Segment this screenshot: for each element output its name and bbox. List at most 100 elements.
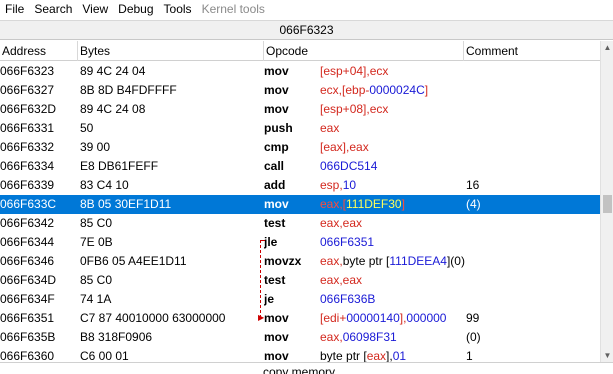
row-address: 066F6323 [0, 64, 55, 78]
operand-part: eax,[ [320, 197, 347, 211]
row-bytes: 39 00 [80, 140, 111, 154]
header-address[interactable]: Address [0, 41, 78, 61]
disassembly-row[interactable]: 066F6331 50 push eax [0, 119, 600, 138]
disassembly-row[interactable]: 066F6342 85 C0 test eax,eax [0, 214, 600, 233]
row-comment [466, 81, 598, 100]
row-comment [466, 233, 598, 252]
scrollbar-thumb[interactable] [603, 195, 612, 213]
current-address: 066F6323 [279, 23, 334, 37]
operand-part: 0000024C [369, 83, 425, 97]
disassembly-row[interactable]: 066F634D 85 C0 test eax,eax [0, 271, 600, 290]
row-operands: 066DC514 [320, 157, 466, 176]
row-address: 066F633C [0, 197, 57, 211]
scroll-up-icon[interactable]: ▲ [601, 41, 613, 54]
row-address: 066F6351 [0, 311, 55, 325]
disassembly-row[interactable]: 066F6351 C7 87 40010000 63000000 mov [edi+0… [0, 309, 600, 328]
operand-part: 066DC514 [320, 159, 378, 173]
operand-part: 01 [392, 349, 407, 362]
row-mnemonic: mov [264, 83, 289, 97]
disassembly-row[interactable]: 066F6327 8B 8D B4FDFFFF mov ecx,[ebp-000002… [0, 81, 600, 100]
row-operands: 066F6351 [320, 233, 466, 252]
row-operands: [esp+04],ecx [320, 62, 466, 81]
operand-part: ] [401, 197, 405, 211]
operand-part: [edi+ [320, 311, 347, 325]
column-header: Address Bytes Opcode Comment [0, 41, 600, 61]
row-operands: esp,10 [320, 176, 466, 195]
row-operands: eax,eax [320, 271, 466, 290]
header-opcode[interactable]: Opcode [264, 41, 464, 61]
disassembly-row[interactable]: 066F632D 89 4C 24 08 mov [esp+08],ecx [0, 100, 600, 119]
row-comment: 1 [466, 349, 473, 362]
jump-line [260, 240, 261, 318]
row-bytes: 0FB6 05 A4EE1D11 [80, 254, 187, 268]
operand-part: byte ptr [ [320, 349, 367, 362]
row-address: 066F635B [0, 330, 56, 344]
operand-part: ], [386, 349, 393, 362]
disassembly-row[interactable]: 066F633C 8B 05 30EF1D11 mov eax,[111DEF30](… [0, 195, 600, 214]
row-mnemonic: je [264, 292, 275, 306]
menu-debug[interactable]: Debug [113, 0, 158, 18]
operand-part: eax,eax [320, 216, 363, 230]
disassembly-row[interactable]: 066F634F 74 1A je 066F636B [0, 290, 600, 309]
operand-part: eax, [320, 254, 343, 268]
disassembly-row[interactable]: 066F6332 39 00 cmp [eax],eax [0, 138, 600, 157]
vertical-scrollbar[interactable]: ▲ ▼ [600, 41, 613, 362]
disassembly-row[interactable]: 066F6334 E8 DB61FEFF call 066DC514 [0, 157, 600, 176]
row-address: 066F6342 [0, 216, 55, 230]
row-comment [466, 252, 598, 271]
row-comment [466, 62, 598, 81]
menu-file[interactable]: File [0, 0, 29, 18]
disassembly-row[interactable]: 066F635B B8 318F0906 mov eax,06098F31 (0) [0, 328, 600, 347]
disassembly-row[interactable]: 066F6346 0FB6 05 A4EE1D11 movzx eax,byte pt… [0, 252, 600, 271]
row-bytes: 83 C4 10 [80, 178, 129, 192]
operand-part: 00000140 [346, 311, 400, 325]
row-operands: [edi+00000140],000000 [320, 309, 466, 328]
row-operands: eax,byte ptr [111DEEA4](0) [320, 252, 466, 271]
row-bytes: E8 DB61FEFF [80, 159, 159, 173]
row-comment [466, 119, 598, 138]
row-address: 066F6334 [0, 159, 55, 173]
menu-search[interactable]: Search [29, 0, 77, 18]
row-operands: byte ptr [eax],01 [320, 347, 466, 362]
row-mnemonic: test [264, 216, 286, 230]
row-bytes: B8 318F0906 [80, 330, 153, 344]
row-bytes: 50 [80, 121, 94, 135]
menu-view[interactable]: View [77, 0, 113, 18]
header-comment[interactable]: Comment [464, 41, 600, 61]
header-bytes[interactable]: Bytes [78, 41, 264, 61]
operand-part: [esp+04],ecx [320, 64, 389, 78]
operand-part: 111DEEA4 [389, 254, 447, 268]
row-operands: ecx,[ebp-0000024C] [320, 81, 466, 100]
row-comment: 16 [466, 178, 480, 192]
disassembly-grid[interactable]: 066F6323 89 4C 24 04 mov [esp+04],ecx 066F63… [0, 62, 600, 362]
row-comment [466, 290, 598, 309]
row-address: 066F634F [0, 292, 55, 306]
operand-part: 10 [342, 178, 357, 192]
footer-label: copy memory [263, 365, 336, 374]
operand-part: esp, [320, 178, 343, 192]
row-address: 066F634D [0, 273, 57, 287]
menu-kernel-tools[interactable]: Kernel tools [197, 0, 270, 18]
row-comment: (0) [466, 330, 481, 344]
jump-arrow-icon: ▶ [258, 313, 265, 322]
row-operands: [eax],eax [320, 138, 466, 157]
row-address: 066F6327 [0, 83, 55, 97]
operand-part: [esp+08],ecx [320, 102, 389, 116]
row-mnemonic: mov [264, 349, 289, 362]
row-bytes: 85 C0 [80, 216, 113, 230]
operand-part: ](0) [446, 254, 465, 268]
row-bytes: 7E 0B [80, 235, 113, 249]
menu-tools[interactable]: Tools [159, 0, 197, 18]
operand-part: eax [320, 121, 340, 135]
disassembly-row[interactable]: 066F6344 7E 0B jle 066F6351 [0, 233, 600, 252]
row-bytes: C6 00 01 [80, 349, 129, 362]
address-bar: 066F6323 [0, 20, 613, 40]
row-bytes: 74 1A [80, 292, 112, 306]
disassembly-row[interactable]: 066F6339 83 C4 10 add esp,10 16 [0, 176, 600, 195]
row-mnemonic: call [264, 159, 285, 173]
row-mnemonic: mov [264, 102, 289, 116]
disassembly-row[interactable]: 066F6323 89 4C 24 04 mov [esp+04],ecx [0, 62, 600, 81]
disassembly-row[interactable]: 066F6360 C6 00 01 mov byte ptr [eax],01 1 [0, 347, 600, 362]
scroll-down-icon[interactable]: ▼ [601, 349, 613, 362]
row-mnemonic: movzx [264, 254, 302, 268]
